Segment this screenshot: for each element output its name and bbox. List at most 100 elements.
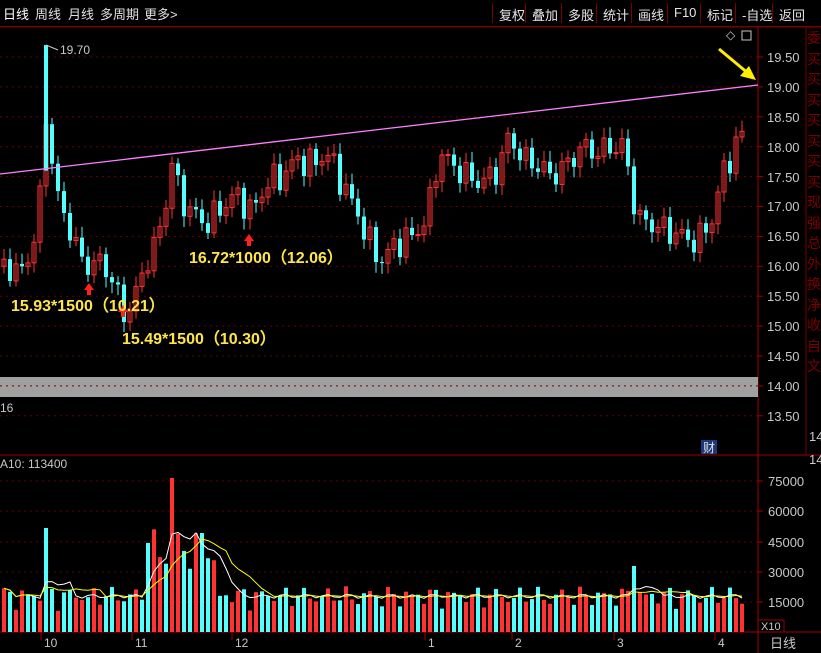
price-tick-partial: 14 bbox=[809, 452, 821, 467]
candle-body bbox=[536, 168, 540, 172]
candle-body bbox=[8, 259, 12, 281]
candle-body bbox=[613, 152, 619, 155]
x-axis-label: 10 bbox=[44, 636, 58, 650]
candle-body bbox=[476, 180, 480, 188]
volume-bar bbox=[440, 608, 444, 632]
yellow-arrow-icon bbox=[718, 47, 756, 80]
volume-bar bbox=[62, 592, 66, 632]
candle-body bbox=[452, 154, 456, 166]
candle-body bbox=[728, 160, 732, 174]
red-arrow-icon bbox=[84, 283, 94, 295]
candle-body bbox=[302, 155, 306, 177]
volume-bar bbox=[176, 533, 180, 632]
candle-body bbox=[512, 133, 516, 149]
candle-body bbox=[254, 200, 258, 203]
volume-bar bbox=[614, 605, 618, 632]
volume-bar bbox=[8, 591, 12, 632]
volume-bar bbox=[488, 594, 492, 632]
volume-bar bbox=[356, 604, 360, 632]
quote-panel-char: 现 bbox=[807, 194, 821, 210]
candle-body bbox=[445, 154, 451, 157]
quote-panel-char: 文 bbox=[807, 358, 821, 374]
volume-bar bbox=[458, 594, 462, 632]
volume-bar bbox=[422, 603, 426, 632]
diamond-icon[interactable]: ◇ bbox=[726, 28, 736, 42]
volume-bar bbox=[398, 606, 402, 632]
volume-bar bbox=[278, 595, 282, 632]
candle-body bbox=[50, 124, 54, 164]
price-tick: 19.50 bbox=[767, 50, 800, 65]
x-axis-label: 3 bbox=[617, 636, 624, 650]
volume-bar bbox=[656, 603, 660, 632]
candle-body bbox=[530, 147, 534, 169]
volume-bar bbox=[200, 533, 204, 632]
candle-body bbox=[554, 173, 558, 185]
candle-body bbox=[350, 184, 354, 199]
x-axis-label: 12 bbox=[235, 636, 249, 650]
candle-body bbox=[356, 198, 360, 217]
volume-bar bbox=[44, 528, 48, 632]
price-tick: 15.00 bbox=[767, 319, 800, 334]
volume-bar bbox=[500, 596, 504, 632]
volume-bar bbox=[50, 588, 54, 632]
candle-body bbox=[278, 164, 282, 191]
candle-body bbox=[548, 161, 552, 174]
volume-bar bbox=[20, 590, 24, 632]
quote-panel-char: 买 bbox=[807, 173, 821, 190]
volume-bar bbox=[212, 560, 216, 632]
volume-bar bbox=[512, 598, 516, 632]
candlestick-series bbox=[1, 45, 745, 333]
volume-bar bbox=[386, 586, 390, 632]
candle-body bbox=[200, 209, 204, 224]
candle-body bbox=[110, 277, 114, 283]
candle-body bbox=[692, 239, 696, 253]
candle-body bbox=[20, 263, 24, 267]
volume-bar bbox=[368, 590, 372, 632]
candle-body bbox=[194, 206, 198, 210]
volume-bar bbox=[26, 594, 30, 632]
price-tick: 14.00 bbox=[767, 379, 800, 394]
volume-bar bbox=[38, 600, 42, 632]
quote-panel-edge: 委买买买买买买买现强总外换净收自文 bbox=[807, 28, 821, 377]
volume-bar bbox=[290, 606, 294, 632]
volume-bar bbox=[116, 600, 120, 632]
panel-left-label: 16 bbox=[0, 401, 14, 415]
volume-bar bbox=[260, 591, 264, 632]
volume-bar bbox=[80, 599, 84, 632]
quote-panel-char: 强 bbox=[807, 214, 821, 231]
panel-toggle-icon[interactable] bbox=[741, 30, 752, 41]
volume-bar bbox=[584, 595, 588, 632]
volume-bar bbox=[122, 601, 126, 632]
chart-canvas[interactable]: 19.70 ◇ 15.93*1500（10.21） 15.49*1500（10.… bbox=[0, 0, 821, 653]
volume-bar bbox=[224, 595, 228, 632]
volume-bar bbox=[686, 590, 690, 632]
volume-bar bbox=[236, 590, 240, 632]
price-tick-partial: 14 bbox=[809, 429, 821, 444]
candle-body bbox=[206, 223, 210, 233]
quote-panel-char: 净 bbox=[807, 296, 821, 313]
volume-bar bbox=[248, 610, 252, 632]
volume-bar bbox=[110, 587, 114, 632]
candle-body bbox=[650, 219, 654, 233]
price-tick: 17.50 bbox=[767, 170, 800, 185]
volume-bar bbox=[206, 558, 210, 632]
volume-bar bbox=[68, 589, 72, 632]
quote-panel-char: 换 bbox=[807, 276, 821, 292]
volume-bar bbox=[542, 599, 546, 632]
volume-bar bbox=[698, 602, 702, 632]
volume-bar bbox=[416, 594, 420, 632]
candle-body bbox=[704, 223, 708, 233]
candle-body bbox=[314, 148, 318, 166]
volume-bar bbox=[272, 600, 276, 632]
volume-bar bbox=[548, 603, 552, 632]
trendline[interactable] bbox=[0, 84, 759, 175]
price-tick: 17.00 bbox=[767, 199, 800, 214]
volume-bar bbox=[98, 604, 102, 632]
volume-bar bbox=[482, 607, 486, 632]
volume-bar bbox=[392, 594, 396, 632]
volume-bar bbox=[158, 557, 162, 632]
volume-bar bbox=[332, 600, 336, 632]
price-tick: 18.50 bbox=[767, 110, 800, 125]
volume-bar bbox=[86, 597, 90, 632]
candle-body bbox=[176, 163, 180, 176]
